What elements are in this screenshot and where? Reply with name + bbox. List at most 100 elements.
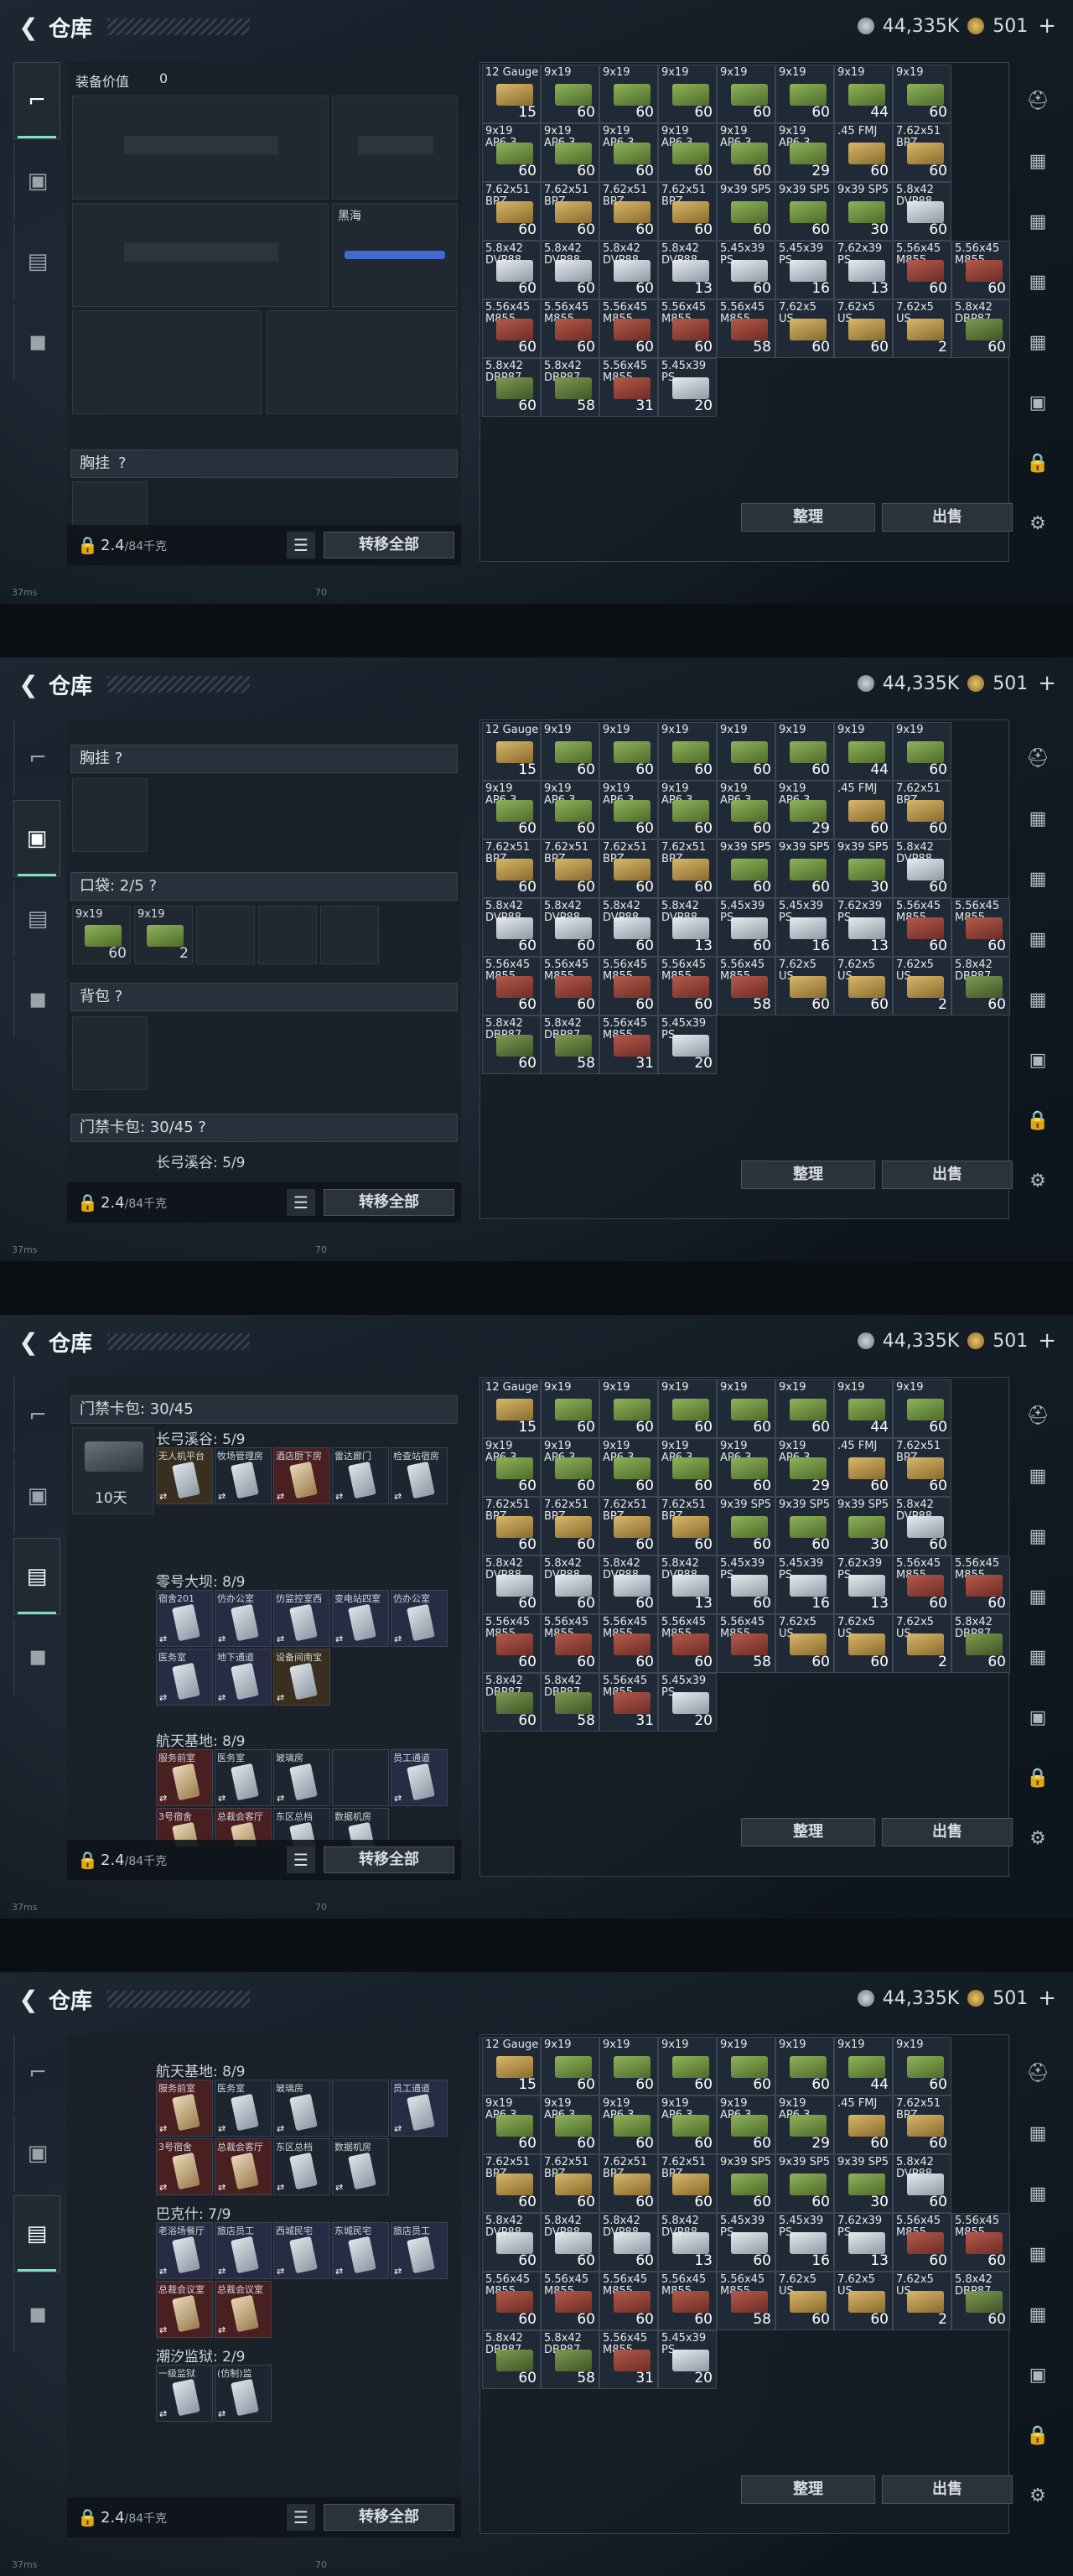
secondary-weapon-slot[interactable] (72, 203, 329, 307)
ammo-item[interactable]: 5.56x45 M85560 (658, 1614, 717, 1673)
ammo-item[interactable]: 5.8x42 DVP8860 (482, 241, 541, 299)
keycard-slot[interactable]: 仿办公室 ⇄ (215, 1590, 272, 1647)
keycard-slot[interactable]: 检查站宿房 ⇄ (391, 1447, 448, 1504)
sell-button[interactable]: 出售 (882, 2475, 1013, 2504)
ammo-item[interactable]: 9x19 AP6.360 (541, 1438, 599, 1497)
ammo-item[interactable]: 9x39 SP5 60 (775, 2154, 834, 2213)
ammo-item[interactable]: 7.62x51 BPZ60 (541, 839, 599, 898)
ammo-item[interactable]: 9x19 60 (599, 1379, 658, 1438)
ammo-item[interactable]: 9x19 AP6.360 (658, 123, 717, 182)
ammo-item[interactable]: 7.62x51 BPZ60 (893, 781, 951, 839)
ammo-item[interactable]: 9x19 60 (893, 722, 951, 781)
right-nav-5[interactable]: ▣ (1014, 1035, 1061, 1085)
primary-weapon-slot[interactable] (72, 96, 329, 200)
ammo-item[interactable]: 9x19 60 (658, 65, 717, 123)
transfer-all-button[interactable]: 转移全部 (324, 1846, 454, 1873)
keycard-slot[interactable]: 设备间南宝 ⇄ (273, 1649, 330, 1706)
melee-slot[interactable]: 黑海 (332, 203, 458, 307)
ammo-item[interactable]: 7.62x51 BPZ60 (541, 182, 599, 241)
keycard-slot[interactable]: 牧场管理房 ⇄ (215, 1447, 272, 1504)
ammo-item[interactable]: 12 Gauge 15 (482, 722, 541, 781)
ammo-item[interactable]: 5.8x42 DVP8860 (893, 182, 951, 241)
right-nav-1[interactable]: ▦ (1014, 136, 1061, 186)
ammo-item[interactable]: 9x19 44 (834, 1379, 893, 1438)
transfer-all-button[interactable]: 转移全部 (324, 1189, 454, 1216)
ammo-item[interactable]: 7.62x51 BPZ60 (893, 1438, 951, 1497)
ammo-item[interactable]: 5.45x39 PS 20 (658, 1673, 717, 1732)
add-gold-button[interactable]: + (1038, 1328, 1056, 1353)
keycard-slot[interactable]: 仿办公室 ⇄ (391, 1590, 448, 1647)
add-gold-button[interactable]: + (1038, 671, 1056, 696)
sell-button[interactable]: 出售 (882, 503, 1013, 532)
ammo-item[interactable]: 5.56x45 M85560 (599, 2272, 658, 2330)
add-gold-button[interactable]: + (1038, 13, 1056, 39)
keycard-slot[interactable]: 无人机平台 ⇄ (156, 1447, 213, 1504)
ammo-item[interactable]: 9x19 60 (599, 2037, 658, 2096)
sell-button[interactable]: 出售 (882, 1161, 1013, 1189)
ammo-item[interactable]: 5.56x45 M85560 (482, 2272, 541, 2330)
ammo-item[interactable]: 7.62x51 BPZ60 (658, 839, 717, 898)
chest-rig-slot[interactable] (72, 778, 148, 852)
ammo-item[interactable]: 5.56x45 M85560 (541, 957, 599, 1015)
nav-vest[interactable]: ▣ (13, 143, 60, 220)
ammo-item[interactable]: 5.56x45 M85560 (482, 957, 541, 1015)
nav-briefcase[interactable]: ◼ (13, 2276, 60, 2353)
nav-briefcase[interactable]: ◼ (13, 961, 60, 1038)
ammo-item[interactable]: 5.45x39 PS 16 (775, 1555, 834, 1614)
keycard-slot[interactable]: 数据机房 ⇄ (332, 2138, 389, 2195)
ammo-item[interactable]: 9x19 44 (834, 65, 893, 123)
ammo-item[interactable]: 9x19 60 (893, 1379, 951, 1438)
right-nav-0[interactable]: ⛑ (1014, 733, 1061, 783)
chest-rig-slot[interactable] (72, 481, 148, 532)
ammo-item[interactable]: 9x19 60 (717, 2037, 775, 2096)
ammo-item[interactable]: 9x19 AP6.360 (717, 2096, 775, 2154)
ammo-item[interactable]: 9x19 44 (834, 2037, 893, 2096)
ammo-item[interactable]: 9x39 SP5 30 (834, 1497, 893, 1555)
ammo-item[interactable]: 9x19 AP6.360 (658, 781, 717, 839)
ammo-item[interactable]: 9x19 AP6.329 (775, 2096, 834, 2154)
back-button[interactable]: ❮ (12, 10, 45, 44)
ammo-item[interactable]: 9x19 AP6.360 (599, 1438, 658, 1497)
ammo-item[interactable]: 5.8x42 DVP8813 (658, 2213, 717, 2272)
ammo-item[interactable]: 9x19 AP6.360 (482, 1438, 541, 1497)
list-view-button[interactable]: ☰ (287, 1189, 315, 1216)
keycard-slot[interactable]: 员工通道 ⇄ (391, 2080, 448, 2137)
right-nav-0[interactable]: ⛑ (1014, 1390, 1061, 1441)
right-nav-3[interactable]: ▦ (1014, 1571, 1061, 1622)
ammo-item[interactable]: 5.8x42 DVP8813 (658, 1555, 717, 1614)
add-gold-button[interactable]: + (1038, 1986, 1056, 2011)
ammo-item[interactable]: 7.62x5 US 60 (775, 2272, 834, 2330)
right-nav-6[interactable]: 🔒 (1014, 1753, 1061, 1803)
pocket-slot[interactable]: 9x19 60 (72, 906, 131, 964)
ammo-item[interactable]: 7.62x5 US 2 (893, 299, 951, 358)
ammo-item[interactable]: 7.62x51 BPZ60 (482, 1497, 541, 1555)
helmet-slot[interactable] (72, 310, 262, 414)
ammo-item[interactable]: 7.62x51 BPZ60 (658, 1497, 717, 1555)
keycard-slot[interactable]: 玻璃房 ⇄ (273, 1749, 330, 1806)
sort-button[interactable]: 整理 (741, 1161, 875, 1189)
back-button[interactable]: ❮ (12, 667, 45, 701)
ammo-item[interactable]: 9x19 60 (541, 65, 599, 123)
ammo-item[interactable]: 5.8x42 DVP8860 (482, 898, 541, 957)
right-nav-2[interactable]: ▦ (1014, 1511, 1061, 1561)
right-nav-4[interactable]: ▦ (1014, 974, 1061, 1025)
ammo-item[interactable]: 5.56x45 M85560 (893, 241, 951, 299)
ammo-item[interactable]: 7.62x39 PS 13 (834, 241, 893, 299)
ammo-item[interactable]: 9x19 AP6.360 (599, 2096, 658, 2154)
ammo-item[interactable]: 5.56x45 M85531 (599, 358, 658, 417)
keycard-slot[interactable]: 东区总档 ⇄ (273, 2138, 330, 2195)
keycard-slot[interactable]: 医务室 ⇄ (215, 1749, 272, 1806)
ammo-item[interactable]: 5.56x45 M85560 (951, 1555, 1010, 1614)
ammo-item[interactable]: 9x19 AP6.360 (717, 781, 775, 839)
ammo-item[interactable]: 5.56x45 M85560 (482, 299, 541, 358)
ammo-item[interactable]: 5.56x45 M85560 (893, 1555, 951, 1614)
right-nav-3[interactable]: ▦ (1014, 2229, 1061, 2279)
nav-bag[interactable]: ▤ (13, 1538, 60, 1615)
ammo-item[interactable]: 7.62x51 BPZ60 (599, 182, 658, 241)
right-nav-2[interactable]: ▦ (1014, 2168, 1061, 2219)
backpack-slot[interactable] (72, 1016, 148, 1090)
ammo-item[interactable]: 5.8x42 DBP8758 (541, 2330, 599, 2389)
ammo-item[interactable]: 9x39 SP5 60 (717, 2154, 775, 2213)
ammo-item[interactable]: .45 FMJ 60 (834, 2096, 893, 2154)
ammo-item[interactable]: 5.56x45 M85560 (658, 299, 717, 358)
